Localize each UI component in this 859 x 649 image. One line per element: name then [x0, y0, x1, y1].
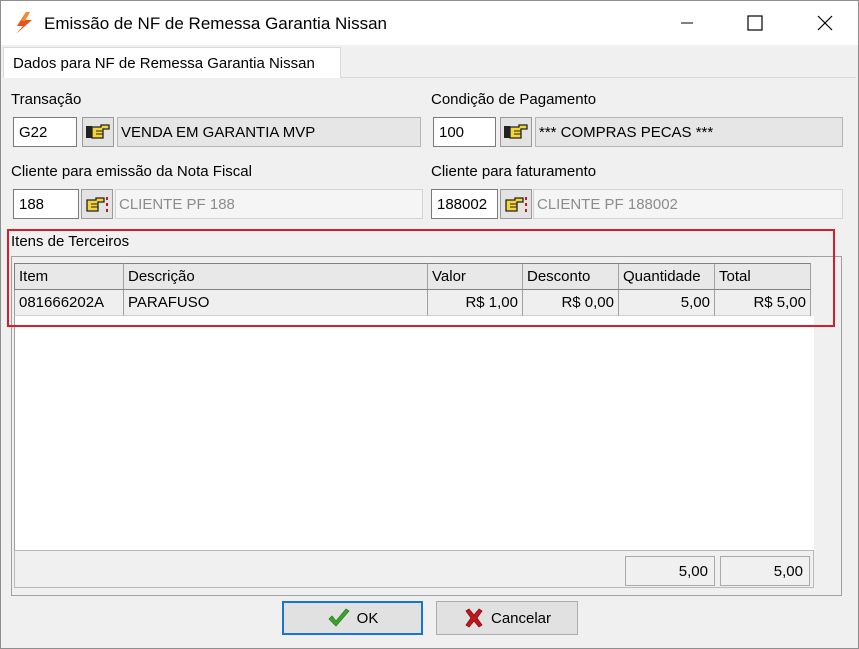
cliente-emissao-description: CLIENTE PF 188: [115, 189, 423, 219]
cliente-emissao-label: Cliente para emissão da Nota Fiscal: [11, 163, 252, 180]
minimize-icon: [681, 22, 693, 24]
close-icon: [817, 15, 833, 31]
total-valor: 5,00: [720, 556, 810, 586]
tab-dados-nf[interactable]: Dados para NF de Remessa Garantia Nissan: [3, 47, 341, 78]
cliente-emissao-input[interactable]: 188: [13, 189, 79, 219]
window-title: Emissão de NF de Remessa Garantia Nissan: [44, 14, 387, 33]
transacao-label: Transação: [11, 91, 82, 108]
title-bar[interactable]: Emissão de NF de Remessa Garantia Nissan: [1, 1, 858, 45]
cliente-emissao-lookup-button[interactable]: [81, 189, 113, 219]
close-button[interactable]: [802, 1, 848, 45]
grid-empty-area[interactable]: [14, 316, 814, 550]
transacao-lookup-button[interactable]: [82, 117, 114, 147]
cliente-faturamento-description: CLIENTE PF 188002: [533, 189, 843, 219]
dialog-window: Emissão de NF de Remessa Garantia Nissan…: [0, 0, 859, 649]
condicao-label: Condição de Pagamento: [431, 91, 597, 108]
pointing-hand-icon: [505, 197, 527, 212]
cliente-faturamento-input[interactable]: 188002: [431, 189, 498, 219]
cancel-label: Cancelar: [490, 609, 552, 627]
pointing-hand-icon: [86, 124, 110, 139]
highlight-box: [7, 229, 835, 327]
condicao-description: *** COMPRAS PECAS ***: [535, 117, 843, 147]
condicao-lookup-button[interactable]: [500, 117, 532, 147]
pointing-hand-icon: [504, 124, 528, 139]
transacao-description: VENDA EM GARANTIA MVP: [117, 117, 421, 147]
cancel-button[interactable]: Cancelar: [436, 601, 578, 635]
cross-icon: [465, 608, 483, 628]
total-quantidade: 5,00: [625, 556, 715, 586]
cliente-faturamento-label: Cliente para faturamento: [431, 163, 597, 180]
ok-button[interactable]: OK: [282, 601, 423, 635]
cliente-faturamento-lookup-button[interactable]: [500, 189, 532, 219]
checkmark-icon: [328, 608, 350, 627]
maximize-button[interactable]: [732, 1, 778, 45]
transacao-input[interactable]: G22: [13, 117, 77, 147]
pointing-hand-icon: [86, 197, 108, 212]
lightning-icon: [16, 12, 32, 34]
maximize-icon: [747, 15, 763, 31]
ok-label: OK: [356, 609, 379, 627]
minimize-button[interactable]: [664, 1, 710, 45]
condicao-input[interactable]: 100: [433, 117, 496, 147]
